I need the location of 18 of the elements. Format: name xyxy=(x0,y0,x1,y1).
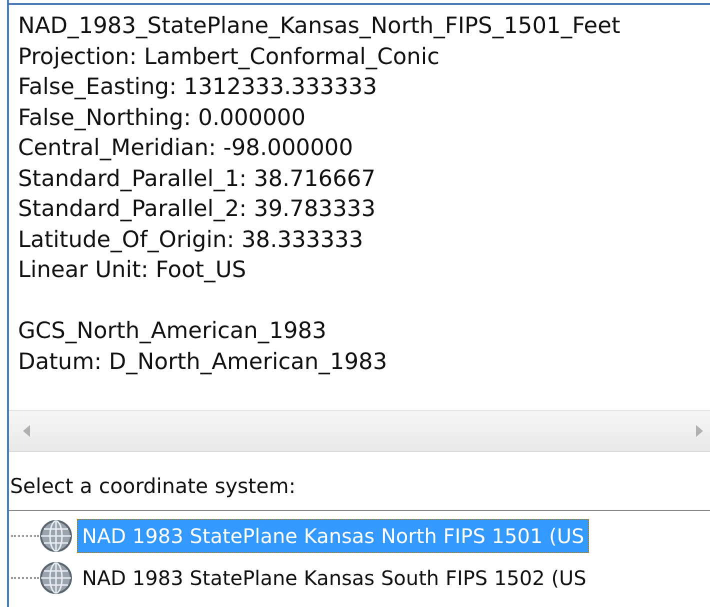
detail-line: Projection: Lambert_Conformal_Conic xyxy=(18,42,440,72)
prompt-label: Select a coordinate system: xyxy=(10,474,296,498)
globe-icon xyxy=(39,519,73,553)
scroll-right-icon[interactable] xyxy=(695,425,703,437)
globe-icon xyxy=(39,561,73,595)
scroll-left-icon[interactable] xyxy=(23,425,31,437)
detail-line: NAD_1983_StatePlane_Kansas_North_FIPS_1501_Feet xyxy=(18,12,620,41)
detail-line: GCS_North_American_1983 xyxy=(18,317,326,346)
horizontal-scrollbar[interactable] xyxy=(9,410,710,452)
detail-line: Linear Unit: Foot_US xyxy=(18,256,246,285)
detail-line: False_Northing: 0.000000 xyxy=(18,104,306,132)
tree-item[interactable]: NAD 1983 StatePlane Kansas South FIPS 1502 (US xyxy=(77,561,592,595)
detail-line: Standard_Parallel_2: 39.783333 xyxy=(18,195,376,224)
detail-line: Standard_Parallel_1: 38.716667 xyxy=(18,164,376,194)
detail-line: Latitude_Of_Origin: 38.333333 xyxy=(18,226,364,254)
detail-line: Central_Meridian: -98.000000 xyxy=(18,134,354,163)
detail-line: Datum: D_North_American_1983 xyxy=(18,348,388,376)
detail-line: False_Easting: 1312333.333333 xyxy=(18,73,378,102)
